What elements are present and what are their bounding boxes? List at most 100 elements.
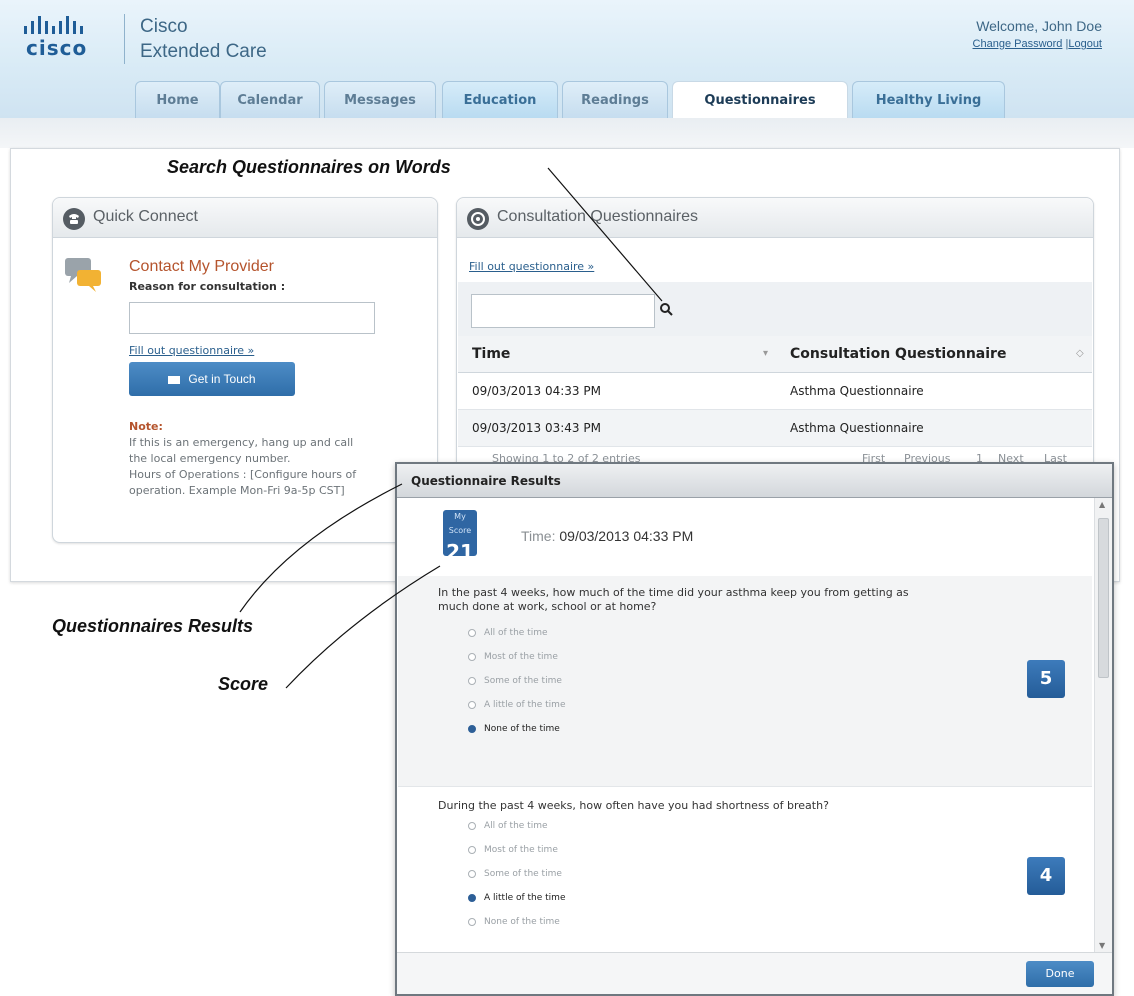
option-label: All of the time [484,628,548,638]
tab-healthy-living[interactable]: Healthy Living [852,81,1005,118]
radio-button[interactable] [468,821,476,830]
consultation-title: Consultation Questionnaires [497,208,699,225]
option-label: Most of the time [484,845,558,855]
reason-input[interactable] [129,302,375,334]
header-divider [124,14,125,64]
note-line: the local emergency number. [129,452,291,465]
callout-search: Search Questionnaires on Words [167,157,451,177]
consultation-header: Consultation Questionnaires [457,198,1093,238]
option-label: Some of the time [484,676,562,686]
note-title: Note: [129,420,163,433]
note-line: If this is an emergency, hang up and cal… [129,436,354,449]
radio-button[interactable] [468,845,476,854]
change-password-link[interactable]: Change Password [973,38,1063,50]
questionnaire-icon [467,208,489,230]
table-row[interactable]: 09/03/2013 03:43 PM Asthma Questionnaire [458,410,1092,447]
tab-questionnaires[interactable]: Questionnaires [672,81,848,118]
chat-bubbles-icon [63,256,103,294]
answer-option[interactable]: None of the time [468,917,560,927]
logo-wordmark: cisco [26,36,88,60]
get-in-touch-label: Get in Touch [188,372,256,386]
user-area: Welcome, John Doe Change Password |Logou… [973,18,1102,50]
option-label: All of the time [484,821,548,831]
question-text: In the past 4 weeks, how much of the tim… [438,586,909,614]
done-button[interactable]: Done [1026,961,1094,987]
result-time: Time: 09/03/2013 04:33 PM [521,528,693,544]
search-icon[interactable] [659,302,675,318]
radio-button[interactable] [468,652,476,661]
answer-option[interactable]: Some of the time [468,869,562,879]
tab-readings[interactable]: Readings [562,81,668,118]
question-score-badge: 4 [1027,857,1065,895]
note-line: operation. Example Mon-Fri 9a-5p CST] [129,484,345,497]
sort-caret-icon[interactable]: ◇ [1076,348,1084,359]
radio-button[interactable] [468,917,476,926]
question-text-line: During the past 4 weeks, how often have … [438,799,829,812]
radio-button[interactable] [468,676,476,685]
radio-button-selected[interactable] [468,724,476,733]
table-header-row: Time ▾ Consultation Questionnaire ◇ [458,336,1092,373]
option-label: None of the time [484,917,560,927]
dialog-scrollbar[interactable]: ▲ ▼ [1094,498,1112,952]
logout-link[interactable]: Logout [1068,38,1102,50]
question-text-line: much done at work, school or at home? [438,600,657,613]
row-questionnaire: Asthma Questionnaire [790,421,924,435]
row-time: 09/03/2013 03:43 PM [472,421,601,435]
radio-button[interactable] [468,869,476,878]
answer-option-selected[interactable]: None of the time [468,724,560,734]
answer-option-selected[interactable]: A little of the time [468,893,565,903]
sort-caret-icon[interactable]: ▾ [763,348,768,359]
column-header-time[interactable]: Time [472,336,510,373]
callout-score: Score [218,674,269,694]
option-label: Some of the time [484,869,562,879]
answer-option[interactable]: A little of the time [468,700,565,710]
radio-button[interactable] [468,628,476,637]
question-block: In the past 4 weeks, how much of the tim… [398,576,1092,786]
app-title-line2: Extended Care [140,41,267,62]
get-in-touch-button[interactable]: Get in Touch [129,362,295,396]
option-label: A little of the time [484,893,566,903]
scroll-up-icon[interactable]: ▲ [1099,500,1105,509]
callout-results: Questionnaires Results [52,616,254,636]
fill-questionnaire-link[interactable]: Fill out questionnaire » [469,260,594,273]
score-value: 21 [446,540,474,564]
radio-button-selected[interactable] [468,893,476,902]
account-links: Change Password |Logout [973,38,1102,50]
reason-label: Reason for consultation : [129,280,286,293]
welcome-text: Welcome, John Doe [976,18,1102,34]
score-label: My Score [448,512,472,535]
tab-messages[interactable]: Messages [324,81,436,118]
tab-calendar[interactable]: Calendar [220,81,320,118]
questionnaire-search-input[interactable] [471,294,655,328]
scrollbar-thumb[interactable] [1098,518,1109,678]
my-score-badge: My Score 21 [443,510,477,564]
option-label: None of the time [484,724,560,734]
radio-button[interactable] [468,700,476,709]
row-questionnaire: Asthma Questionnaire [790,384,924,398]
option-label: Most of the time [484,652,558,662]
quick-connect-title: Quick Connect [93,208,198,225]
tab-education[interactable]: Education [442,81,558,118]
tab-home[interactable]: Home [135,81,220,118]
answer-option[interactable]: All of the time [468,821,548,831]
table-row[interactable]: 09/03/2013 04:33 PM Asthma Questionnaire [458,373,1092,410]
dialog-footer: Done [397,952,1112,994]
note-line: Hours of Operations : [Configure hours o… [129,468,357,481]
column-header-questionnaire[interactable]: Consultation Questionnaire [790,336,1006,373]
answer-option[interactable]: Most of the time [468,845,558,855]
answer-option[interactable]: Some of the time [468,676,562,686]
answer-option[interactable]: Most of the time [468,652,558,662]
scroll-down-icon[interactable]: ▼ [1099,941,1105,950]
option-label: A little of the time [484,700,566,710]
app-title-line1: Cisco [140,16,188,37]
quick-connect-card: Quick Connect Contact My Provider Reason… [52,197,438,543]
question-text: During the past 4 weeks, how often have … [438,799,829,813]
questionnaire-results-dialog: Questionnaire Results My Score 21 Time: … [395,462,1114,996]
app-title: Cisco Extended Care [140,14,267,64]
answer-option[interactable]: All of the time [468,628,548,638]
time-label: Time: [521,528,556,544]
question-score-badge: 5 [1027,660,1065,698]
contact-provider-heading: Contact My Provider [129,258,274,275]
fill-questionnaire-link[interactable]: Fill out questionnaire » [129,344,254,357]
questionnaires-table: Time ▾ Consultation Questionnaire ◇ 09/0… [458,336,1092,447]
